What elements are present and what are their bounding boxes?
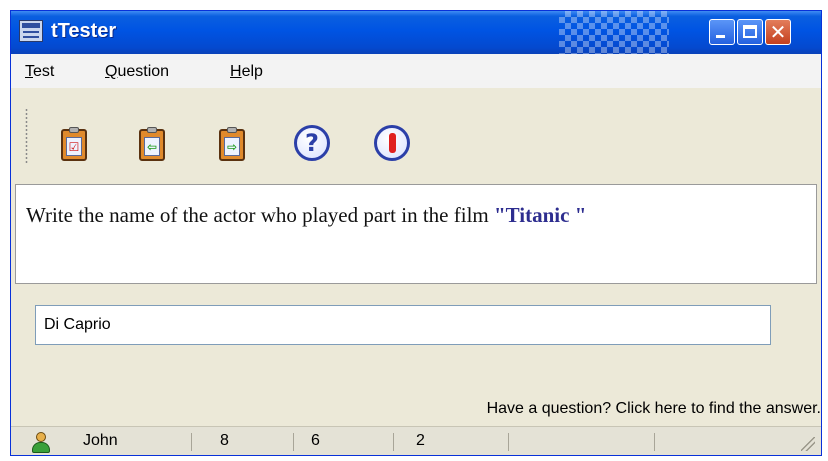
resize-grip[interactable]	[801, 437, 815, 451]
status-divider	[191, 433, 192, 451]
next-question-button[interactable]: ⇨	[213, 125, 251, 167]
question-panel: Write the name of the actor who played p…	[15, 184, 817, 284]
titlebar-pattern	[559, 11, 669, 54]
user-icon	[31, 432, 51, 454]
clipboard-check-icon: ☑	[61, 127, 87, 161]
window-title: tTester	[51, 20, 117, 42]
status-user: John	[83, 432, 118, 449]
toolbar-grip[interactable]	[25, 108, 28, 164]
toolbar: ☑ ⇦ ⇨ ?	[11, 88, 821, 184]
minimize-icon	[716, 35, 725, 38]
clipboard-previous-icon: ⇦	[139, 127, 165, 161]
maximize-icon	[743, 25, 757, 38]
question-prompt: Write the name of the actor who played p…	[26, 203, 494, 227]
clipboard-next-icon: ⇨	[219, 127, 245, 161]
status-field-3: 2	[416, 432, 425, 449]
film-close-quote: "	[569, 203, 587, 227]
previous-question-button[interactable]: ⇦	[133, 125, 171, 167]
minimize-button[interactable]	[709, 19, 735, 45]
menu-bar: Test Question Help	[11, 54, 821, 88]
film-title: Titanic	[505, 203, 570, 227]
help-link[interactable]: Have a question? Click here to find the …	[487, 400, 821, 418]
status-divider	[508, 433, 509, 451]
menu-help[interactable]: Help	[230, 63, 263, 81]
status-field-1: 8	[220, 432, 229, 449]
exit-button[interactable]	[374, 125, 412, 167]
film-open-quote: "	[494, 203, 506, 227]
status-field-2: 6	[311, 432, 320, 449]
status-bar: John 8 6 2	[11, 426, 821, 455]
question-text: Write the name of the actor who played p…	[26, 203, 586, 228]
close-button[interactable]: ✕	[765, 19, 791, 45]
status-divider	[654, 433, 655, 451]
status-divider	[393, 433, 394, 451]
check-test-button[interactable]: ☑	[55, 125, 93, 167]
maximize-button[interactable]	[737, 19, 763, 45]
help-button[interactable]: ?	[294, 125, 332, 167]
close-icon: ✕	[769, 20, 787, 44]
menu-question[interactable]: Question	[105, 63, 169, 81]
app-icon[interactable]	[19, 20, 43, 42]
app-window: tTester ✕ Test Question Help ☑ ⇦ ⇨ ? Wri…	[10, 10, 822, 456]
title-bar[interactable]: tTester ✕	[11, 11, 821, 54]
menu-test[interactable]: Test	[25, 63, 54, 81]
status-divider	[293, 433, 294, 451]
help-circle-icon: ?	[294, 125, 330, 161]
answer-input[interactable]	[35, 305, 771, 345]
exit-circle-icon	[374, 125, 410, 161]
